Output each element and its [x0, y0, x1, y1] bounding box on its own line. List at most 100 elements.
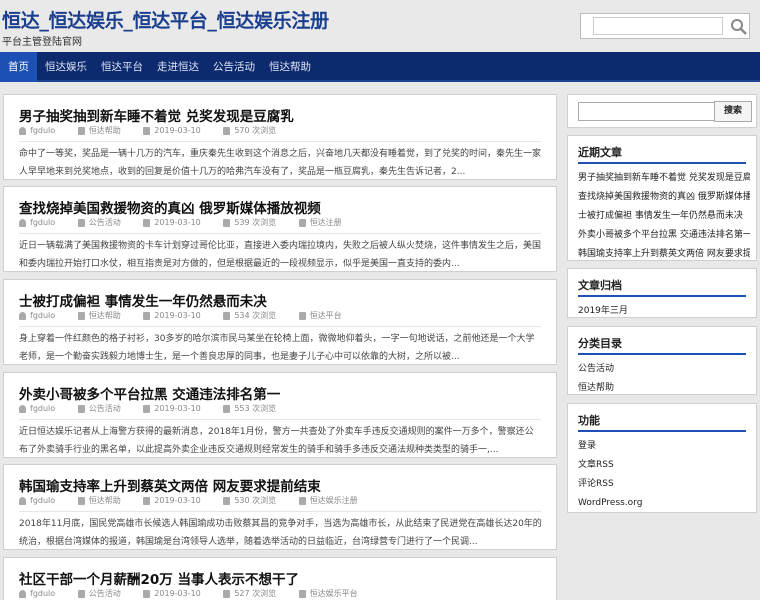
post-author[interactable]: fgdulo: [30, 126, 55, 135]
post-meta: fgdulo 公告活动 2019-03-10 539 次浏览 恒达注册: [19, 217, 362, 229]
widget-title: 功能: [578, 414, 600, 427]
recent-post-link[interactable]: 查找烧掉美国救援物资的真凶 俄罗斯媒体播放视频: [578, 188, 750, 207]
post-meta: fgdulo 公告活动 2019-03-10 553 次浏览: [19, 403, 296, 415]
recent-post-link[interactable]: 外卖小哥被多个平台拉黑 交通违法排名第一: [578, 226, 750, 245]
post-category[interactable]: 公告活动: [89, 403, 121, 414]
post-excerpt: 身上穿着一件红颜色的格子衬衫，30多岁的哈尔滨市民马某坐在轮椅上面，微微地仰着头…: [19, 334, 535, 362]
site-title[interactable]: 恒达_恒达娱乐_恒达平台_恒达娱乐注册: [2, 6, 329, 33]
folder-icon: [77, 404, 85, 413]
author-icon: [19, 311, 26, 320]
post-excerpt: 命中了一等奖，奖品是一辆十几万的汽车，重庆秦先生收到这个消息之后，兴奋地几天都没…: [19, 149, 542, 177]
post-title[interactable]: 社区干部一个月薪酬20万 当事人表示不想干了: [19, 568, 299, 588]
post-date: 2019-03-10: [154, 496, 201, 505]
post-title[interactable]: 男子抽奖抽到新车睡不着觉 兑奖发现是豆腐乳: [19, 105, 294, 125]
site-header: 恒达_恒达娱乐_恒达平台_恒达娱乐注册 平台主管登陆官网: [0, 0, 760, 52]
post-title[interactable]: 韩国瑜支持率上升到蔡英文两倍 网友要求提前结束: [19, 475, 321, 495]
post-category[interactable]: 公告活动: [89, 588, 121, 599]
calendar-icon: [143, 218, 151, 227]
post-card: 查找烧掉美国救援物资的真凶 俄罗斯媒体播放视频 fgdulo 公告活动 2019…: [3, 186, 557, 272]
nav-item-home[interactable]: 首页: [0, 52, 37, 82]
calendar-icon: [143, 126, 151, 135]
tag-icon: [298, 589, 306, 598]
tag-icon: [298, 496, 306, 505]
post-category[interactable]: 恒达帮助: [89, 495, 121, 506]
nav-item-announcements[interactable]: 公告活动: [205, 52, 263, 82]
post-tag[interactable]: 恒达注册: [310, 217, 342, 228]
post-excerpt: 2018年11月底，国民党高雄市长候选人韩国瑜成功击败蔡其昌的竞争对手，当选为高…: [19, 519, 542, 547]
post-author[interactable]: fgdulo: [30, 404, 55, 413]
nav-item-about[interactable]: 走进恒达: [149, 52, 207, 82]
nav-item-help[interactable]: 恒达帮助: [261, 52, 319, 82]
widget-title: 近期文章: [578, 146, 622, 159]
meta-link[interactable]: 文章RSS: [578, 456, 750, 475]
eye-icon: [223, 496, 231, 505]
post-date: 2019-03-10: [154, 311, 201, 320]
folder-icon: [77, 218, 85, 227]
tag-icon: [298, 311, 306, 320]
post-views: 527 次浏览: [234, 589, 277, 598]
post-card: 社区干部一个月薪酬20万 当事人表示不想干了 fgdulo 公告活动 2019-…: [3, 557, 557, 600]
post-tag[interactable]: 恒达平台: [310, 310, 342, 321]
widget-title: 文章归档: [578, 279, 622, 292]
eye-icon: [223, 218, 231, 227]
post-views: 553 次浏览: [234, 404, 277, 413]
divider: [19, 511, 541, 512]
post-category[interactable]: 公告活动: [89, 217, 121, 228]
post-tag[interactable]: 恒达娱乐注册: [310, 495, 358, 506]
post-meta: fgdulo 恒达帮助 2019-03-10 534 次浏览 恒达平台: [19, 310, 362, 322]
meta-link[interactable]: WordPress.org: [578, 494, 750, 513]
meta-link[interactable]: 登录: [578, 437, 750, 456]
post-date: 2019-03-10: [154, 589, 201, 598]
main-navigation: 首页 恒达娱乐 恒达平台 走进恒达 公告活动 恒达帮助: [0, 52, 760, 82]
post-views: 530 次浏览: [234, 496, 277, 505]
recent-post-link[interactable]: 男子抽奖抽到新车睡不着觉 兑奖发现是豆腐乳: [578, 169, 750, 188]
post-title[interactable]: 外卖小哥被多个平台拉黑 交通违法排名第一: [19, 383, 280, 403]
divider: [19, 326, 541, 327]
divider: [578, 295, 746, 297]
post-author[interactable]: fgdulo: [30, 218, 55, 227]
post-meta: fgdulo 恒达帮助 2019-03-10 530 次浏览 恒达娱乐注册: [19, 495, 378, 507]
post-views: 539 次浏览: [234, 218, 277, 227]
category-link[interactable]: 公告活动: [578, 360, 750, 379]
calendar-icon: [143, 496, 151, 505]
post-meta: fgdulo 公告活动 2019-03-10 527 次浏览 恒达娱乐平台: [19, 588, 378, 600]
nav-item-hengda-platform[interactable]: 恒达平台: [93, 52, 151, 82]
sidebar-search-button[interactable]: 搜索: [714, 101, 752, 122]
calendar-icon: [143, 404, 151, 413]
tag-icon: [298, 218, 306, 227]
recent-post-link[interactable]: 韩国瑜支持率上升到蔡英文两倍 网友要求提前结束: [578, 245, 750, 264]
recent-post-link[interactable]: 士被打成偏袒 事情发生一年仍然悬而未决: [578, 207, 750, 226]
author-icon: [19, 589, 26, 598]
post-author[interactable]: fgdulo: [30, 311, 55, 320]
post-card: 男子抽奖抽到新车睡不着觉 兑奖发现是豆腐乳 fgdulo 恒达帮助 2019-0…: [3, 94, 557, 180]
sidebar: 搜索 近期文章 男子抽奖抽到新车睡不着觉 兑奖发现是豆腐乳 查找烧掉美国救援物资…: [567, 94, 757, 600]
post-category[interactable]: 恒达帮助: [89, 125, 121, 136]
folder-icon: [77, 126, 85, 135]
post-category[interactable]: 恒达帮助: [89, 310, 121, 321]
widget-title: 分类目录: [578, 337, 622, 350]
post-tag[interactable]: 恒达娱乐平台: [310, 588, 358, 599]
author-icon: [19, 496, 26, 505]
post-author[interactable]: fgdulo: [30, 589, 55, 598]
sidebar-search-input[interactable]: [578, 102, 716, 121]
author-icon: [19, 404, 26, 413]
post-title[interactable]: 查找烧掉美国救援物资的真凶 俄罗斯媒体播放视频: [19, 197, 321, 217]
search-icon[interactable]: [730, 18, 748, 36]
archive-link[interactable]: 2019年三月: [578, 302, 750, 321]
eye-icon: [223, 589, 231, 598]
post-meta: fgdulo 恒达帮助 2019-03-10 570 次浏览: [19, 125, 296, 137]
category-link[interactable]: 恒达帮助: [578, 379, 750, 398]
calendar-icon: [143, 311, 151, 320]
divider: [578, 353, 746, 355]
post-excerpt: 近日一辆载满了美国救援物资的卡车计划穿过哥伦比亚，直接进入委内瑞拉境内，失败之后…: [19, 241, 542, 269]
header-search-input[interactable]: [593, 17, 723, 35]
post-date: 2019-03-10: [154, 218, 201, 227]
archives-widget: 文章归档 2019年三月: [567, 268, 757, 318]
eye-icon: [223, 311, 231, 320]
post-title[interactable]: 士被打成偏袒 事情发生一年仍然悬而未决: [19, 290, 267, 310]
post-card: 外卖小哥被多个平台拉黑 交通违法排名第一 fgdulo 公告活动 2019-03…: [3, 372, 557, 458]
post-author[interactable]: fgdulo: [30, 496, 55, 505]
meta-link[interactable]: 评论RSS: [578, 475, 750, 494]
categories-widget: 分类目录 公告活动 恒达帮助: [567, 326, 757, 395]
nav-item-hengda-entertainment[interactable]: 恒达娱乐: [37, 52, 95, 82]
